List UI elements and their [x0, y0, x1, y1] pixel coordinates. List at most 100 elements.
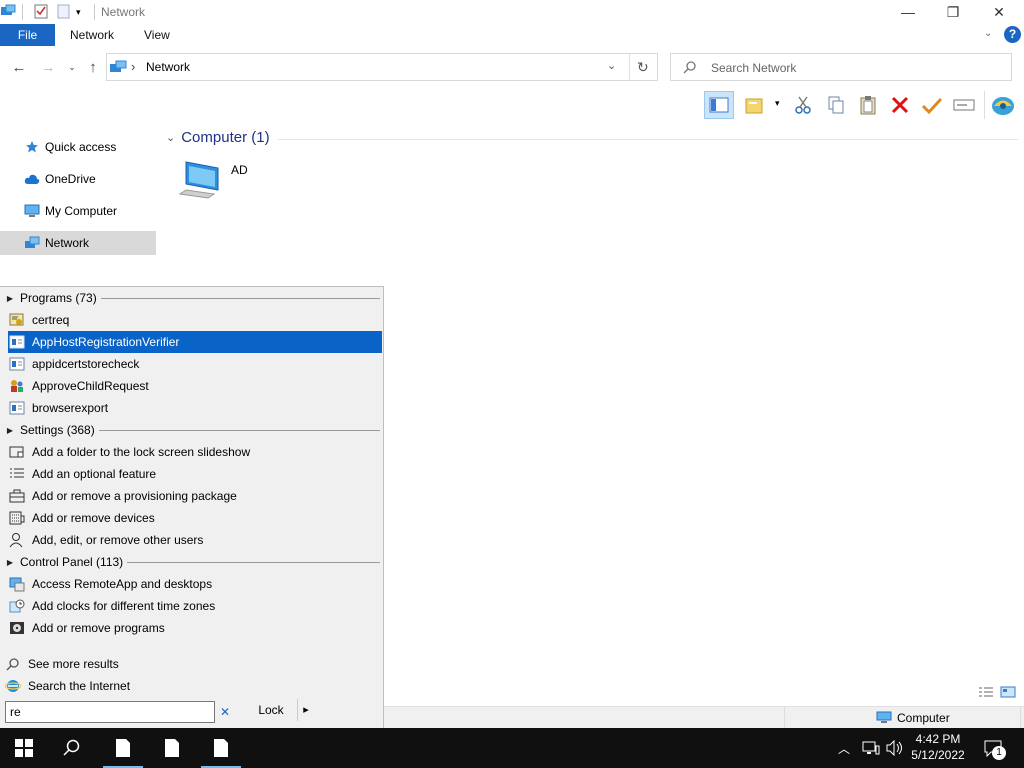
result-certreq[interactable]: certreq: [8, 309, 382, 331]
checkmark-icon[interactable]: [917, 91, 947, 119]
taskbar-app-3[interactable]: [197, 728, 245, 768]
divider: [94, 4, 95, 20]
status-computer-label: Computer: [897, 711, 950, 725]
result-add-remove-devices[interactable]: Add or remove devices: [8, 507, 382, 529]
clock-time: 4:42 PM: [915, 732, 961, 746]
group-header-computer[interactable]: ⌄ Computer (1): [166, 129, 270, 146]
up-button[interactable]: ↑: [82, 56, 104, 78]
lock-button[interactable]: Lock: [247, 699, 295, 721]
nav-item-my-computer[interactable]: My Computer: [0, 199, 156, 223]
tab-view[interactable]: View: [130, 24, 184, 46]
document-icon: [214, 739, 228, 757]
search-icon: [683, 60, 697, 74]
nav-item-quick-access[interactable]: Quick access: [0, 135, 156, 159]
windows-logo-icon: [15, 739, 33, 757]
forward-button[interactable]: →: [37, 56, 59, 78]
chevron-down-icon[interactable]: ⌄: [607, 59, 616, 72]
new-item-icon[interactable]: [740, 91, 770, 119]
clock-icon: [8, 597, 26, 615]
lock-options-arrow[interactable]: ▸: [297, 699, 314, 721]
divider: [784, 707, 785, 728]
rename-icon[interactable]: [949, 91, 979, 119]
result-browserexport[interactable]: browserexport: [8, 397, 382, 419]
properties-icon[interactable]: [33, 3, 49, 21]
window-title: Network: [101, 5, 146, 19]
divider: [100, 297, 380, 299]
result-provisioning-package[interactable]: Add or remove a provisioning package: [8, 485, 382, 507]
section-header-programs[interactable]: ▶ Programs (73): [0, 287, 384, 309]
family-icon: [8, 377, 26, 395]
section-header-control-panel[interactable]: ▶ Control Panel (113): [0, 551, 384, 573]
search-icon: [63, 739, 80, 756]
nav-item-onedrive[interactable]: OneDrive: [0, 167, 156, 191]
minimize-button[interactable]: —: [885, 0, 931, 24]
result-appidcertstorecheck[interactable]: appidcertstorecheck: [8, 353, 382, 375]
search-icon: [4, 655, 22, 673]
preview-pane-icon[interactable]: [704, 91, 734, 119]
customize-toolbar-icon[interactable]: ▾: [76, 3, 86, 21]
section-header-settings[interactable]: ▶ Settings (368): [0, 419, 384, 441]
nav-item-network[interactable]: Network: [0, 231, 156, 255]
search-button[interactable]: [48, 728, 96, 768]
title-bar: ▾ Network — ❐ ✕: [0, 0, 1024, 24]
divider: [1020, 707, 1021, 728]
app-icon: [8, 333, 26, 351]
tab-network[interactable]: Network: [56, 24, 128, 46]
taskbar: ︿ 4:42 PM 5/12/2022 1: [0, 728, 1024, 768]
computer-icon[interactable]: [178, 158, 226, 202]
search-input[interactable]: Search Network: [711, 61, 796, 75]
tab-file[interactable]: File: [0, 24, 55, 46]
clock[interactable]: 4:42 PM 5/12/2022: [906, 731, 970, 763]
close-button[interactable]: ✕: [976, 0, 1022, 24]
divider: [22, 4, 23, 20]
breadcrumb-network[interactable]: Network: [146, 60, 190, 74]
search-the-internet[interactable]: Search the Internet: [4, 675, 378, 697]
result-approvechildrequest[interactable]: ApproveChildRequest: [8, 375, 382, 397]
delete-icon[interactable]: [885, 91, 915, 119]
dropdown-arrow-icon[interactable]: ▾: [775, 98, 780, 109]
see-more-results[interactable]: See more results: [4, 653, 378, 675]
result-lock-screen-slideshow[interactable]: Add a folder to the lock screen slidesho…: [8, 441, 382, 463]
taskbar-app-1[interactable]: [99, 728, 147, 768]
new-folder-icon[interactable]: [56, 3, 72, 21]
back-button[interactable]: ←: [8, 56, 30, 78]
ribbon-tabs: File Network View ⌄ ?: [0, 24, 1024, 46]
network-status-icon[interactable]: [862, 740, 880, 756]
shell-icon[interactable]: [988, 91, 1018, 119]
volume-icon[interactable]: [886, 740, 904, 756]
help-icon[interactable]: ?: [1004, 26, 1021, 43]
breadcrumb-separator: ›: [131, 59, 136, 74]
large-icons-view-icon[interactable]: [1000, 686, 1016, 698]
paste-icon[interactable]: [853, 91, 883, 119]
result-optional-feature[interactable]: Add an optional feature: [8, 463, 382, 485]
address-bar[interactable]: › Network ⌄ ↻: [106, 53, 658, 81]
start-search-input[interactable]: re: [5, 701, 215, 723]
star-icon: [24, 139, 40, 155]
user-icon: [8, 531, 26, 549]
computer-item-label[interactable]: AD: [231, 163, 248, 177]
taskbar-app-2[interactable]: [148, 728, 196, 768]
start-button[interactable]: [0, 728, 48, 768]
result-other-users[interactable]: Add, edit, or remove other users: [8, 529, 382, 551]
nav-item-label: Quick access: [45, 140, 117, 154]
copy-icon[interactable]: [821, 91, 851, 119]
result-add-remove-programs[interactable]: Add or remove programs: [8, 617, 382, 639]
result-remoteapp[interactable]: Access RemoteApp and desktops: [8, 573, 382, 595]
clear-search-icon[interactable]: ✕: [220, 705, 230, 719]
cut-icon[interactable]: [788, 91, 818, 119]
show-hidden-icons-icon[interactable]: ︿: [838, 740, 850, 757]
lock-screen-icon: [8, 443, 26, 461]
result-apphostregistrationverifier[interactable]: AppHostRegistrationVerifier: [8, 331, 382, 353]
restore-button[interactable]: ❐: [930, 0, 976, 24]
search-box[interactable]: Search Network: [670, 53, 1012, 81]
divider: [984, 91, 985, 119]
refresh-icon[interactable]: ↻: [637, 59, 649, 76]
recent-locations-icon[interactable]: ⌄: [61, 56, 83, 78]
search-results-panel: ▶ Programs (73) certreq AppHostRegistrat…: [0, 286, 384, 728]
expand-ribbon-icon[interactable]: ⌄: [984, 28, 992, 39]
remoteapp-icon: [8, 575, 26, 593]
divider: [98, 429, 380, 431]
cloud-icon: [24, 171, 40, 187]
details-view-icon[interactable]: [978, 686, 994, 698]
result-clocks-time-zones[interactable]: Add clocks for different time zones: [8, 595, 382, 617]
